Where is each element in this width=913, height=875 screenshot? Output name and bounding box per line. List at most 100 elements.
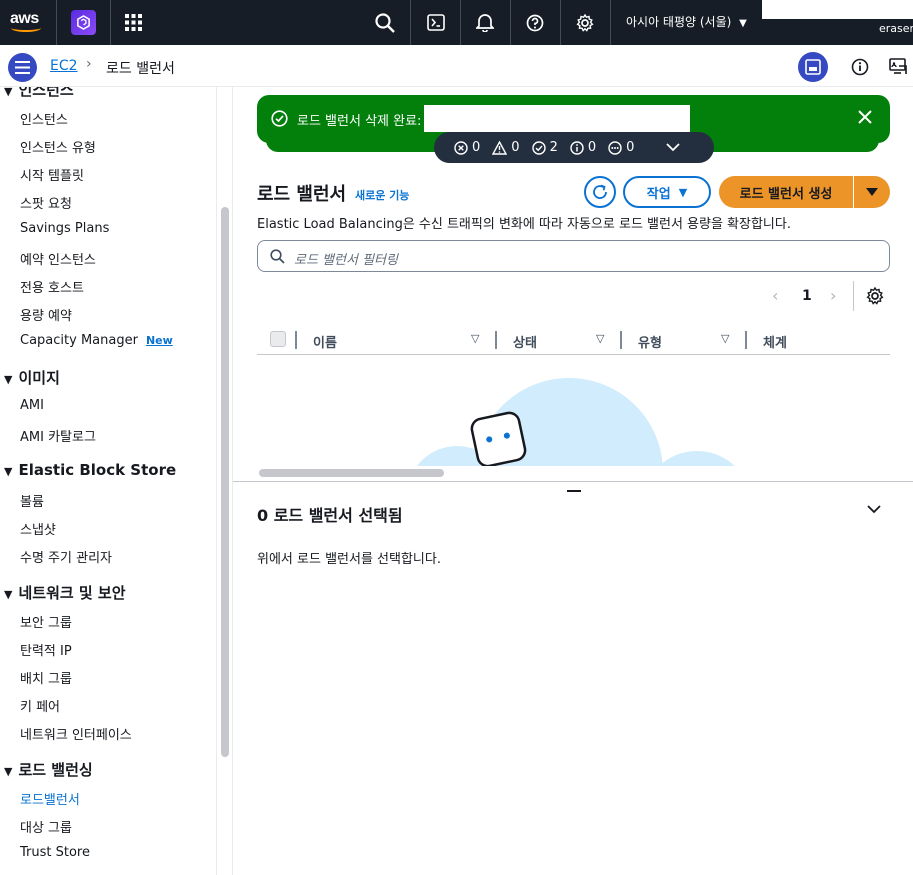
page-number[interactable]: 1 [802, 288, 812, 304]
sidebar-section-ebs[interactable]: ▼ Elastic Block Store [4, 461, 176, 479]
sidebar-item-security-groups[interactable]: 보안 그룹 [20, 612, 72, 631]
sidebar-scrollbar[interactable] [221, 207, 229, 757]
caret-down-icon: ▼ [4, 465, 13, 478]
sidebar-item-placement-groups[interactable]: 배치 그룹 [20, 668, 72, 687]
feedback-button[interactable] [883, 52, 913, 82]
column-divider [495, 331, 497, 349]
divider [510, 0, 511, 45]
service-app-icon[interactable] [71, 10, 96, 35]
sidebar-item-instances[interactable]: 인스턴스 [20, 109, 68, 128]
apps-grid-icon[interactable] [120, 0, 146, 45]
divider [853, 281, 854, 311]
sidebar-item-load-balancers[interactable]: 로드밸런서 [20, 789, 80, 808]
flash-message-text: 로드 밸런서 삭제 완료: [297, 114, 422, 129]
column-divider [620, 331, 622, 349]
sidebar-item-network-interfaces[interactable]: 네트워크 인터페이스 [20, 724, 132, 743]
sidebar-item-capacity-manager[interactable]: Capacity Manager New [20, 333, 173, 348]
previous-page-icon[interactable]: ‹ [772, 286, 778, 305]
menu-toggle-button[interactable] [8, 53, 37, 82]
sort-icon[interactable]: ▽ [471, 332, 479, 345]
actions-label: 작업 [646, 186, 671, 202]
column-divider [295, 331, 297, 349]
sidebar-item-snapshots[interactable]: 스냅샷 [20, 519, 56, 538]
caret-down-icon: ▼ [4, 87, 13, 98]
sidebar-item-target-groups[interactable]: 대상 그룹 [20, 817, 72, 836]
divider [610, 0, 611, 45]
sidebar-item-ami[interactable]: AMI [20, 398, 44, 413]
sidebar-item-launch-templates[interactable]: 시작 템플릿 [20, 165, 84, 184]
gear-icon[interactable] [866, 287, 884, 305]
refresh-button[interactable] [584, 176, 616, 208]
chevron-down-icon[interactable] [866, 504, 882, 514]
search-icon[interactable] [372, 0, 398, 45]
sidebar-item-label: Capacity Manager [20, 333, 138, 348]
flash-counter-bar[interactable]: 0 0 2 0 0 [434, 132, 714, 163]
next-page-icon[interactable]: › [830, 286, 836, 305]
divider [56, 0, 57, 45]
info-icon [851, 58, 869, 76]
resize-handle[interactable] [567, 490, 581, 492]
check-circle-icon [531, 140, 546, 155]
error-count: 0 [472, 140, 481, 155]
split-panel-toggle-button[interactable] [798, 52, 828, 82]
sidebar-section-network-security[interactable]: ▼ 네트워크 및 보안 [4, 582, 126, 603]
divider [110, 0, 111, 45]
sidebar-item-elastic-ips[interactable]: 탄력적 IP [20, 640, 72, 659]
breadcrumb: EC2 › 로드 밸런서 [0, 45, 913, 87]
caret-down-icon [866, 188, 878, 196]
warning-counter: 0 [492, 140, 520, 155]
split-panel-title: 0 로드 밸런서 선택됨 [257, 506, 403, 525]
sidebar-item-capacity-reservations[interactable]: 용량 예약 [20, 305, 72, 324]
breadcrumb-ec2-link[interactable]: EC2 [50, 58, 78, 74]
actions-button[interactable]: 작업 ▼ [623, 176, 711, 208]
column-header-type[interactable]: 유형 [638, 332, 662, 351]
redacted-load-balancer-name [424, 105, 690, 132]
breadcrumb-current: 로드 밸런서 [106, 61, 175, 77]
sidebar-item-savings-plans[interactable]: Savings Plans [20, 221, 109, 236]
sidebar-item-instance-types[interactable]: 인스턴스 유형 [20, 137, 96, 156]
column-header-scheme[interactable]: 체계 [763, 332, 787, 351]
bell-icon[interactable] [472, 0, 498, 45]
top-navigation-bar: aws 아시아 태평양 (서울) ▼ eraser [0, 0, 913, 45]
sidebar-item-key-pairs[interactable]: 키 페어 [20, 696, 60, 715]
gear-icon[interactable] [572, 0, 598, 45]
sort-icon[interactable]: ▽ [721, 332, 729, 345]
page-description: Elastic Load Balancing은 수신 트래픽의 변화에 따라 자… [257, 217, 791, 232]
chevron-down-icon[interactable] [666, 143, 681, 152]
sidebar-section-instances[interactable]: ▼ 인스턴스 [4, 87, 74, 100]
column-header-status[interactable]: 상태 [513, 332, 537, 351]
select-all-checkbox[interactable] [270, 331, 286, 347]
cloudshell-icon[interactable] [423, 0, 449, 45]
help-icon[interactable] [522, 0, 548, 45]
close-icon[interactable] [855, 107, 875, 127]
sidebar-item-trust-store[interactable]: Trust Store [20, 845, 90, 860]
sidebar-section-load-balancing[interactable]: ▼ 로드 밸런싱 [4, 759, 93, 780]
in-progress-counter: 0 [608, 140, 634, 155]
sidebar-item-dedicated-hosts[interactable]: 전용 호스트 [20, 277, 84, 296]
sidebar-item-ami-catalog[interactable]: AMI 카탈로그 [20, 426, 96, 445]
aws-logo[interactable]: aws [10, 8, 44, 34]
sort-icon[interactable]: ▽ [596, 332, 604, 345]
create-dropdown-button[interactable] [854, 176, 890, 208]
sidebar-item-volumes[interactable]: 볼륨 [20, 491, 44, 510]
filter-input[interactable]: 로드 밸런서 필터링 [257, 240, 890, 272]
sidebar-item-lifecycle-manager[interactable]: 수명 주기 관리자 [20, 547, 112, 566]
divider [460, 0, 461, 45]
sidebar-item-reserved-instances[interactable]: 예약 인스턴스 [20, 249, 96, 268]
success-count: 2 [549, 140, 558, 155]
region-selector[interactable]: 아시아 태평양 (서울) ▼ [626, 13, 747, 30]
create-load-balancer-button[interactable]: 로드 밸런서 생성 [719, 176, 853, 208]
caret-down-icon: ▼ [4, 588, 13, 601]
column-header-name[interactable]: 이름 [313, 332, 337, 351]
empty-state-illustration [417, 378, 735, 466]
account-label[interactable]: eraser [879, 22, 913, 35]
info-panel-button[interactable] [845, 52, 875, 82]
sidebar-section-label: 인스턴스 [18, 87, 74, 99]
sidebar-item-spot-requests[interactable]: 스팟 요청 [20, 193, 72, 212]
sidebar: ▼ 인스턴스 인스턴스 인스턴스 유형 시작 템플릿 스팟 요청 Savings … [0, 87, 217, 875]
divider [410, 0, 411, 45]
warning-icon [492, 140, 508, 155]
horizontal-scrollbar[interactable] [259, 469, 444, 477]
new-feature-link[interactable]: 새로운 기능 [355, 187, 409, 203]
sidebar-section-images[interactable]: ▼ 이미지 [4, 367, 60, 388]
